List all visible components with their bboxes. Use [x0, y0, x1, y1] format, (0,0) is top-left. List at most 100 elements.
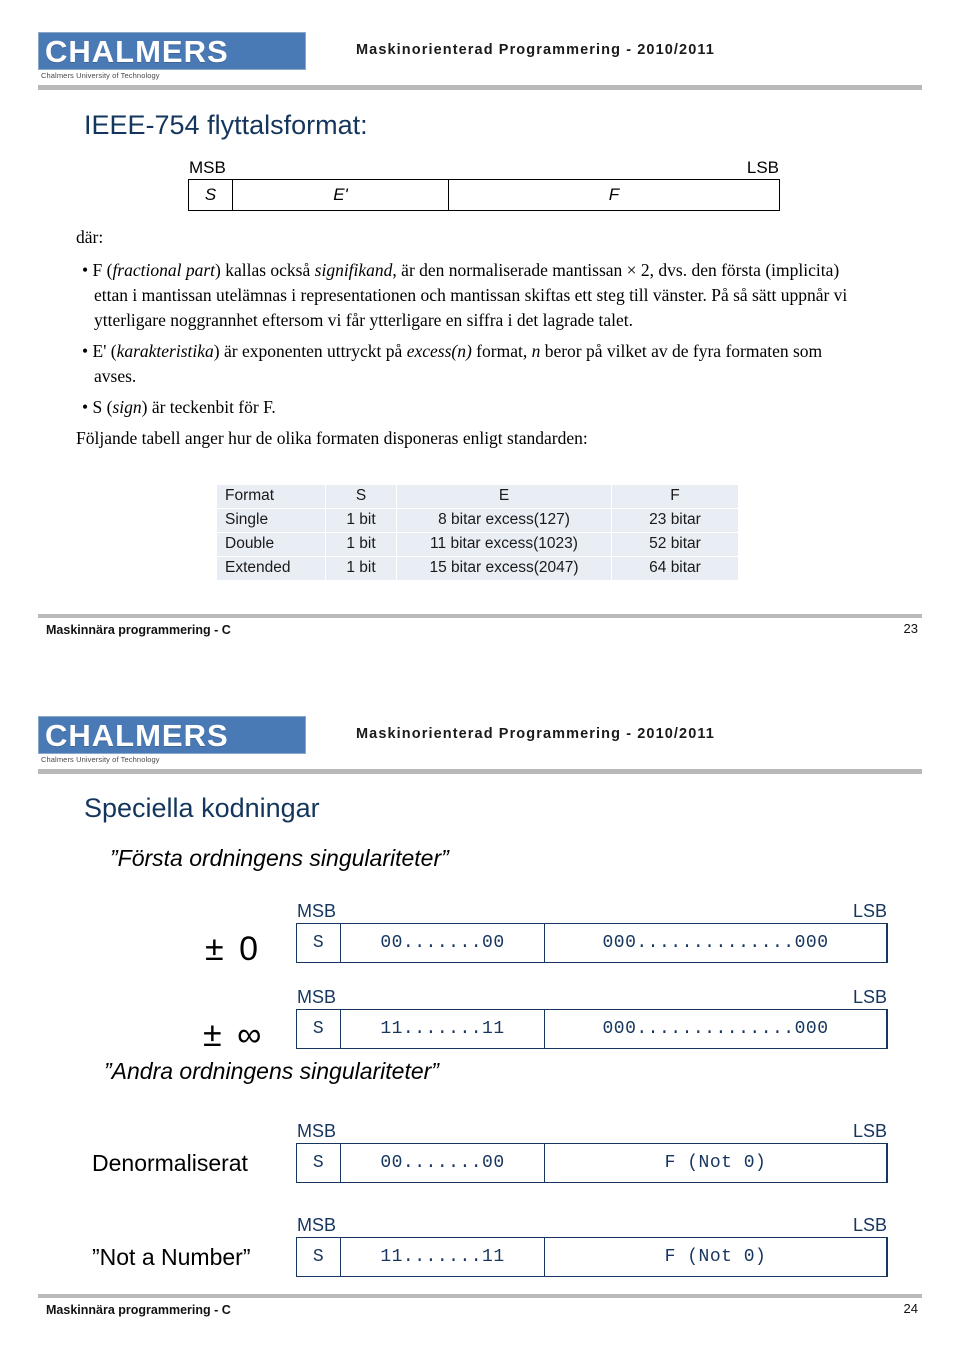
bullet-e-b: ) är exponenten uttryckt på [213, 341, 407, 361]
chalmers-logo: CHALMERS Chalmers University of Technolo… [38, 716, 306, 764]
field-row: S 11.......11 F (Not 0) [296, 1237, 888, 1277]
chalmers-logo-subtitle: Chalmers University of Technology [41, 755, 160, 764]
slide-1: CHALMERS Chalmers University of Technolo… [0, 0, 960, 690]
cell-f: 64 bitar [611, 556, 739, 581]
bit-order-labels: MSB LSB [296, 1216, 888, 1237]
cell-s: 1 bit [325, 556, 397, 581]
slide-2-title: Speciella kodningar [84, 793, 320, 823]
field-cell-sign: S [297, 1144, 341, 1182]
bullet-e-a: • E' ( [82, 341, 117, 361]
field-cell-fraction: F [608, 185, 620, 204]
lsb-label: LSB [746, 158, 779, 177]
encoding-diagram-nan: MSB LSB S 11.......11 F (Not 0) [296, 1216, 888, 1277]
row-label-plus-minus-infinity: ± ∞ [203, 1016, 265, 1054]
encoding-diagram-infinity: MSB LSB S 11.......11 000..............0… [296, 988, 888, 1049]
body-bullet-sign: • S (sign) är teckenbit för F. [76, 395, 868, 420]
field-row: S 11.......11 000..............000 [296, 1009, 888, 1049]
chalmers-logo-subtitle: Chalmers University of Technology [41, 71, 160, 80]
chalmers-logo-bar: CHALMERS [38, 32, 306, 70]
section-heading-first-order: ”Första ordningens singulariteter” [110, 845, 449, 871]
table-header-f: F [611, 484, 739, 509]
slide-1-body: där: • F (fractional part) kallas också … [76, 225, 868, 457]
bullet-e-i2: excess(n) [406, 341, 472, 361]
bit-order-labels: MSB LSB [296, 1122, 888, 1143]
slide-2: CHALMERS Chalmers University of Technolo… [0, 690, 960, 1367]
field-cell-exponent: 00.......00 [341, 924, 545, 962]
lsb-label: LSB [852, 901, 887, 921]
course-title: Maskinorienterad Programmering - 2010/20… [356, 726, 715, 742]
msb-label: MSB [297, 1215, 337, 1235]
chalmers-logo-wordmark: CHALMERS [45, 34, 229, 69]
cell-e: 15 bitar excess(2047) [396, 556, 612, 581]
lsb-label: LSB [852, 1121, 887, 1141]
slide-2-footer-text: Maskinnära programmering - C [46, 1303, 231, 1317]
row-label-plus-minus-zero: ± 0 [205, 930, 262, 968]
course-title: Maskinorienterad Programmering - 2010/20… [356, 42, 715, 58]
row-label-denormalized: Denormaliserat [92, 1150, 248, 1176]
field-cell-sign: S [297, 1010, 341, 1048]
body-bullet-exponent: • E' (karakteristika) är exponenten uttr… [76, 339, 868, 389]
bullet-e-c: format, [471, 341, 532, 361]
lsb-label: LSB [852, 987, 887, 1007]
lsb-label: LSB [852, 1215, 887, 1235]
table-header-format: Format [216, 484, 326, 509]
field-cell-exponent: 11.......11 [341, 1238, 545, 1276]
body-closing: Följande tabell anger hur de olika forma… [76, 428, 588, 448]
cell-f: 52 bitar [611, 532, 739, 557]
cell-e: 11 bitar excess(1023) [396, 532, 612, 557]
field-cell-sign: S [297, 924, 341, 962]
bullet-f-a: • F ( [82, 260, 113, 280]
slide-1-title: IEEE-754 flyttalsformat: [84, 110, 368, 140]
format-table: Format S E F Single 1 bit 8 bitar excess… [216, 484, 739, 581]
table-header-s: S [325, 484, 397, 509]
table-row: Single 1 bit 8 bitar excess(127) 23 bita… [216, 508, 739, 533]
field-row: S 00.......00 F (Not 0) [296, 1143, 888, 1183]
body-bullet-fraction: • F (fractional part) kallas också signi… [76, 258, 868, 333]
bullet-s-a: • S ( [82, 397, 113, 417]
cell-s: 1 bit [325, 508, 397, 533]
slide-2-page-number: 24 [903, 1301, 918, 1316]
cell-f: 23 bitar [611, 508, 739, 533]
table-header-e: E [396, 484, 612, 509]
field-cell-fraction: 000..............000 [545, 1010, 887, 1048]
body-lead: där: [76, 227, 104, 247]
section-heading-second-order: ”Andra ordningens singulariteter” [104, 1058, 439, 1084]
cell-format: Single [216, 508, 326, 533]
bit-order-labels: MSB LSB [188, 158, 780, 179]
chalmers-logo: CHALMERS Chalmers University of Technolo… [38, 32, 306, 80]
encoding-diagram-zero: MSB LSB S 00.......00 000..............0… [296, 902, 888, 963]
cell-format: Extended [216, 556, 326, 581]
msb-label: MSB [189, 158, 226, 177]
chalmers-logo-bar: CHALMERS [38, 716, 306, 754]
bit-order-labels: MSB LSB [296, 988, 888, 1009]
field-cell-exponent: 00.......00 [341, 1144, 545, 1182]
field-cell-fraction: 000..............000 [545, 924, 887, 962]
cell-format: Double [216, 532, 326, 557]
field-row: S E' F [188, 179, 780, 211]
bullet-f-b: ) kallas också [215, 260, 315, 280]
bit-order-labels: MSB LSB [296, 902, 888, 923]
field-cell-exponent: 11.......11 [341, 1010, 545, 1048]
bullet-f-i1: fractional part [112, 260, 216, 280]
slide-2-footer-divider [38, 1294, 922, 1298]
cell-s: 1 bit [325, 532, 397, 557]
encoding-diagram-denormalized: MSB LSB S 00.......00 F (Not 0) [296, 1122, 888, 1183]
field-cell-sign: S [297, 1238, 341, 1276]
ieee754-field-diagram: MSB LSB S E' F [188, 158, 780, 211]
msb-label: MSB [297, 1121, 337, 1141]
bullet-s-i1: sign [112, 397, 142, 417]
msb-label: MSB [297, 987, 337, 1007]
field-cell-sign: S [189, 180, 233, 210]
header-divider [38, 769, 922, 774]
msb-label: MSB [297, 901, 337, 921]
field-cell-exponent: E' [233, 180, 449, 210]
table-row: Extended 1 bit 15 bitar excess(2047) 64 … [216, 556, 739, 581]
table-header-row: Format S E F [216, 484, 739, 509]
field-cell-fraction: F (Not 0) [545, 1238, 887, 1276]
bullet-e-i1: karakteristika [116, 341, 214, 361]
bullet-s-b: ) är teckenbit för F. [141, 397, 276, 417]
bullet-f-i2: signifikand [314, 260, 393, 280]
slide-1-footer-text: Maskinnära programmering - C [46, 623, 231, 637]
header-divider [38, 85, 922, 90]
slide-1-footer-divider [38, 614, 922, 618]
